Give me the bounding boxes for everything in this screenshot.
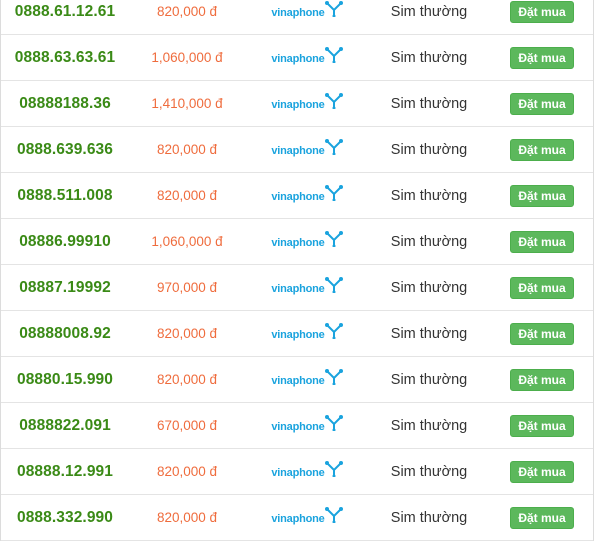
table-row: 08888008.92 820,000 đ vinaphone Sim thườ… [1,311,593,357]
vinaphone-logo: vinaphone [271,184,343,203]
carrier-logo-text: vinaphone [271,145,325,157]
sim-number[interactable]: 0888.639.636 [17,141,113,159]
vinaphone-star-icon [324,322,343,339]
sim-number[interactable]: 08888188.36 [19,95,111,113]
sim-number[interactable]: 08880.15.990 [17,371,113,389]
buy-button[interactable]: Đặt mua [510,92,574,115]
carrier-logo-text: vinaphone [271,513,325,525]
vinaphone-star-icon [324,230,343,247]
sim-number[interactable]: 08888.12.991 [17,463,113,481]
carrier-logo-text: vinaphone [271,375,325,387]
sim-type: Sim thường [390,509,468,526]
sim-price: 820,000 đ [156,326,218,341]
vinaphone-logo: vinaphone [271,92,343,111]
sim-type: Sim thường [390,49,468,66]
buy-button[interactable]: Đặt mua [510,184,574,207]
table-row: 08880.15.990 820,000 đ vinaphone Sim thư… [1,357,593,403]
vinaphone-star-icon [324,368,343,385]
vinaphone-star-icon [324,506,343,523]
carrier-logo-text: vinaphone [271,329,325,341]
vinaphone-logo: vinaphone [271,230,343,249]
sim-price: 670,000 đ [156,418,218,433]
table-row: 0888.61.12.61 820,000 đ vinaphone Sim th… [1,0,593,35]
sim-price: 820,000 đ [156,464,218,479]
vinaphone-logo: vinaphone [271,46,343,65]
vinaphone-logo: vinaphone [271,368,343,387]
sim-type: Sim thường [390,95,468,112]
sim-type: Sim thường [390,3,468,20]
carrier-logo-text: vinaphone [271,237,325,249]
vinaphone-logo: vinaphone [271,460,343,479]
vinaphone-star-icon [324,138,343,155]
table-row: 0888822.091 670,000 đ vinaphone Sim thườ… [1,403,593,449]
sim-type: Sim thường [390,187,468,204]
table-row: 08888.12.991 820,000 đ vinaphone Sim thư… [1,449,593,495]
sim-type: Sim thường [390,325,468,342]
table-row: 08888188.36 1,410,000 đ vinaphone Sim th… [1,81,593,127]
buy-button[interactable]: Đặt mua [510,368,574,391]
vinaphone-logo: vinaphone [271,322,343,341]
table-row: 0888.639.636 820,000 đ vinaphone Sim thư… [1,127,593,173]
sim-type: Sim thường [390,233,468,250]
sim-price: 820,000 đ [156,4,218,19]
sim-type: Sim thường [390,371,468,388]
carrier-logo-text: vinaphone [271,99,325,111]
carrier-logo-text: vinaphone [271,421,325,433]
vinaphone-star-icon [324,0,343,17]
carrier-logo-text: vinaphone [271,7,325,19]
sim-price: 970,000 đ [156,280,218,295]
sim-price: 1,060,000 đ [151,50,223,65]
table-row: 08886.99910 1,060,000 đ vinaphone Sim th… [1,219,593,265]
vinaphone-star-icon [324,460,343,477]
sim-number[interactable]: 0888.332.990 [17,509,113,527]
sim-list-table: 0888.61.12.61 820,000 đ vinaphone Sim th… [0,0,594,541]
buy-button[interactable]: Đặt mua [510,276,574,299]
vinaphone-logo: vinaphone [271,0,343,19]
buy-button[interactable]: Đặt mua [510,460,574,483]
sim-type: Sim thường [390,141,468,158]
table-row: 08887.19992 970,000 đ vinaphone Sim thườ… [1,265,593,311]
vinaphone-star-icon [324,276,343,293]
buy-button[interactable]: Đặt mua [510,0,574,23]
vinaphone-logo: vinaphone [271,506,343,525]
buy-button[interactable]: Đặt mua [510,322,574,345]
table-row: 0888.332.990 820,000 đ vinaphone Sim thư… [1,495,593,541]
vinaphone-star-icon [324,92,343,109]
vinaphone-star-icon [324,184,343,201]
buy-button[interactable]: Đặt mua [510,414,574,437]
table-row: 0888.511.008 820,000 đ vinaphone Sim thư… [1,173,593,219]
sim-price: 1,410,000 đ [151,96,223,111]
sim-number[interactable]: 08886.99910 [19,233,111,251]
sim-price: 820,000 đ [156,142,218,157]
vinaphone-star-icon [324,414,343,431]
sim-number[interactable]: 0888822.091 [19,417,111,435]
carrier-logo-text: vinaphone [271,283,325,295]
buy-button[interactable]: Đặt mua [510,46,574,69]
sim-type: Sim thường [390,463,468,480]
vinaphone-star-icon [324,46,343,63]
sim-type: Sim thường [390,417,468,434]
sim-price: 820,000 đ [156,510,218,525]
sim-number[interactable]: 08887.19992 [19,279,111,297]
sim-price: 820,000 đ [156,188,218,203]
carrier-logo-text: vinaphone [271,191,325,203]
sim-price: 820,000 đ [156,372,218,387]
carrier-logo-text: vinaphone [271,53,325,65]
buy-button[interactable]: Đặt mua [510,230,574,253]
sim-number[interactable]: 0888.63.63.61 [15,49,115,67]
buy-button[interactable]: Đặt mua [510,138,574,161]
sim-number[interactable]: 0888.61.12.61 [15,3,115,21]
carrier-logo-text: vinaphone [271,467,325,479]
vinaphone-logo: vinaphone [271,414,343,433]
table-row: 0888.63.63.61 1,060,000 đ vinaphone Sim … [1,35,593,81]
vinaphone-logo: vinaphone [271,276,343,295]
sim-type: Sim thường [390,279,468,296]
sim-price: 1,060,000 đ [151,234,223,249]
buy-button[interactable]: Đặt mua [510,506,574,529]
sim-number[interactable]: 08888008.92 [19,325,111,343]
vinaphone-logo: vinaphone [271,138,343,157]
sim-number[interactable]: 0888.511.008 [17,187,112,205]
